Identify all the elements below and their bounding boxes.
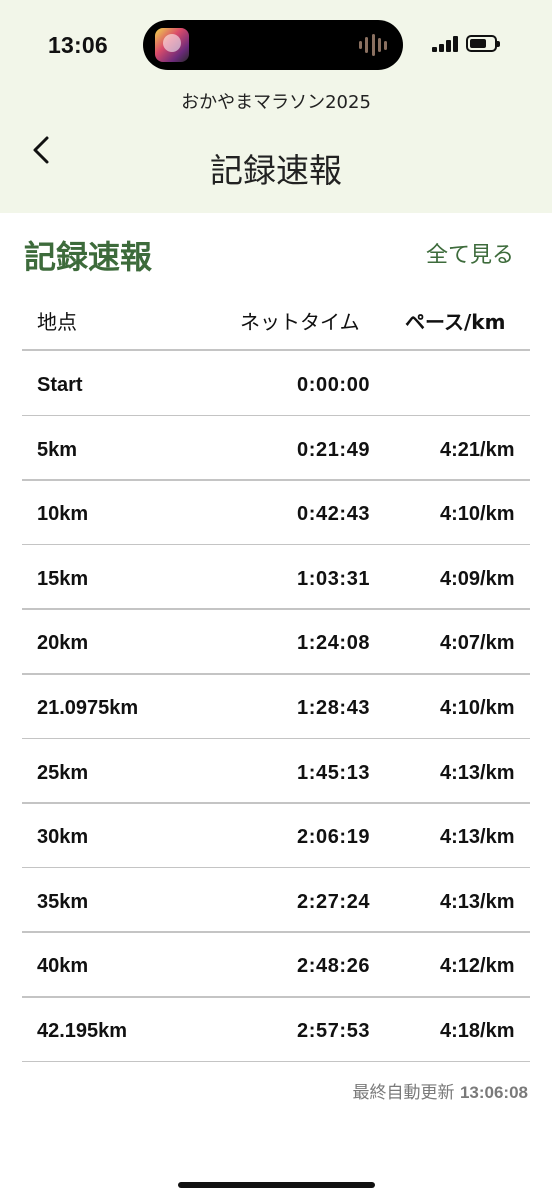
- split-net-time: 1:45:13: [297, 761, 371, 784]
- table-row: 5km 0:21:49 4:21/km: [0, 418, 552, 482]
- table-row: 35km 2:27:24 4:13/km: [0, 870, 552, 934]
- divider: [22, 673, 530, 675]
- split-net-time: 1:28:43: [297, 697, 371, 719]
- split-pace: 4:13/km: [440, 890, 515, 913]
- app-name: おかやまマラソン2025: [181, 92, 371, 113]
- split-point: 30km: [37, 826, 89, 849]
- audio-waveform-icon: [359, 34, 387, 56]
- split-pace: 4:13/km: [440, 826, 515, 849]
- split-pace: 4:21/km: [440, 438, 515, 461]
- table-row: 10km 0:42:43 4:10/km: [0, 482, 552, 546]
- split-point: 20km: [37, 632, 89, 655]
- split-net-time: 0:21:49: [297, 438, 371, 461]
- split-net-time: 2:27:24: [297, 890, 371, 913]
- table-row: 15km 1:03:31 4:09/km: [0, 547, 552, 611]
- divider: [22, 1060, 530, 1063]
- split-pace: 4:13/km: [440, 761, 515, 784]
- last-updated: 最終自動更新 13:06:08: [353, 1078, 528, 1103]
- column-header-net-time: ネットタイム: [240, 310, 360, 334]
- table-row: 25km 1:45:13 4:13/km: [0, 741, 552, 805]
- section-title: 記録速報: [24, 238, 153, 276]
- divider: [22, 349, 530, 351]
- battery-icon: [466, 35, 500, 52]
- split-net-time: 2:06:19: [297, 826, 371, 849]
- cellular-signal-icon: [432, 36, 458, 52]
- split-pace: 4:12/km: [440, 955, 515, 978]
- split-point: 10km: [37, 503, 89, 526]
- table-row: 30km 2:06:19 4:13/km: [0, 805, 552, 869]
- divider: [22, 479, 530, 481]
- split-pace: 4:07/km: [440, 632, 515, 655]
- split-net-time: 0:00:00: [297, 374, 371, 396]
- screen: 13:06 おかやまマラソン2025 記録速報 記録速報 全て見る 地点 ネット…: [0, 0, 552, 1200]
- divider: [22, 996, 530, 998]
- split-point: 40km: [37, 955, 89, 978]
- column-header-pace: ペース/km: [405, 310, 506, 334]
- last-updated-label: 最終自動更新: [352, 1083, 455, 1103]
- divider: [22, 543, 530, 546]
- divider: [22, 802, 530, 804]
- status-time: 13:06: [48, 32, 108, 58]
- split-net-time: 2:57:53: [297, 1020, 371, 1042]
- divider: [22, 931, 530, 933]
- dynamic-island[interactable]: [143, 20, 403, 70]
- split-pace: 4:09/km: [440, 567, 515, 590]
- divider: [22, 414, 530, 417]
- split-net-time: 0:42:43: [297, 503, 371, 526]
- page-title: 記録速報: [210, 151, 342, 190]
- split-point: 25km: [37, 761, 89, 784]
- split-pace: 4:10/km: [440, 697, 515, 719]
- split-point: 5km: [37, 438, 78, 461]
- divider: [22, 608, 530, 610]
- split-point: 42.195km: [37, 1020, 128, 1042]
- split-point: Start: [37, 374, 83, 396]
- last-updated-time: 13:06:08: [459, 1083, 528, 1102]
- column-header-point: 地点: [37, 310, 77, 334]
- table-row: Start 0:00:00: [0, 353, 552, 417]
- split-point: 21.0975km: [37, 697, 139, 719]
- table-row: 21.0975km 1:28:43 4:10/km: [0, 676, 552, 740]
- split-pace: 4:10/km: [440, 503, 515, 526]
- table-row: 40km 2:48:26 4:12/km: [0, 934, 552, 998]
- split-net-time: 1:03:31: [297, 567, 371, 590]
- split-point: 15km: [37, 567, 89, 590]
- divider: [22, 866, 530, 869]
- see-all-link[interactable]: 全て見る: [426, 237, 514, 269]
- home-indicator[interactable]: [178, 1182, 375, 1188]
- split-net-time: 2:48:26: [297, 955, 371, 978]
- now-playing-artwork-icon: [155, 28, 189, 62]
- split-pace: 4:18/km: [440, 1020, 515, 1042]
- table-row: 20km 1:24:08 4:07/km: [0, 611, 552, 675]
- split-point: 35km: [37, 890, 89, 913]
- table-row: 42.195km 2:57:53 4:18/km: [0, 999, 552, 1063]
- split-net-time: 1:24:08: [297, 632, 371, 655]
- header-area: 13:06 おかやまマラソン2025 記録速報: [0, 0, 552, 213]
- divider: [22, 737, 530, 740]
